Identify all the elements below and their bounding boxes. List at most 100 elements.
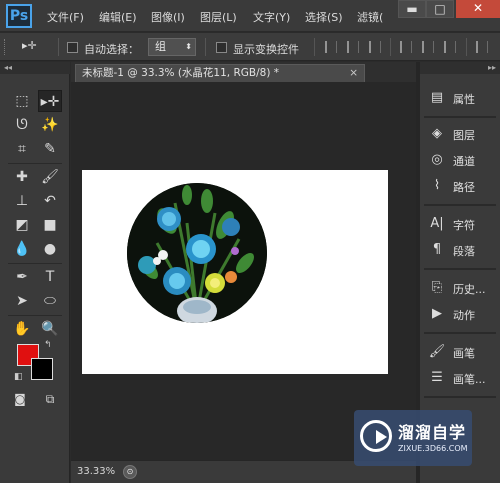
divider [424, 116, 496, 118]
menu-bar: Ps 文件(F) 编辑(E) 图像(I) 图层(L) 文字(Y) 选择(S) 滤… [0, 0, 500, 32]
align-top-icon[interactable] [325, 41, 337, 53]
options-bar: ▸✛ 自动选择： 组 ⬍ 显示变换控件 [0, 33, 500, 61]
divider [424, 268, 496, 270]
panel-brush[interactable]: 🖌 画笔 [420, 340, 500, 364]
eyedropper-tool-icon[interactable]: ✎ [38, 138, 62, 160]
canvas-workspace[interactable] [71, 82, 416, 460]
show-transform-label: 显示变换控件 [233, 43, 299, 56]
spot-healing-tool-icon[interactable]: ✚ [10, 166, 34, 188]
align-left-icon[interactable] [400, 41, 412, 53]
document-info-icon[interactable]: ⊙ [123, 465, 137, 479]
menu-type[interactable]: 文字(Y) [253, 9, 290, 25]
brush-tool-icon[interactable]: 🖌 [38, 166, 62, 188]
lasso-tool-icon[interactable]: ᘎ [10, 114, 34, 136]
panel-properties[interactable]: ▤ 属性 [420, 86, 500, 110]
menu-edit[interactable]: 编辑(E) [99, 9, 137, 25]
zoom-tool-icon[interactable]: 🔍 [38, 318, 62, 340]
type-tool-icon[interactable]: T [38, 266, 62, 288]
menu-filter[interactable]: 滤镜( [357, 9, 383, 25]
history-brush-tool-icon[interactable]: ↶ [38, 190, 62, 212]
eraser-tool-icon[interactable]: ◩ [10, 214, 34, 236]
panel-label: 路径 [453, 181, 475, 194]
rectangular-marquee-tool-icon[interactable]: ⬚ [10, 90, 34, 112]
panel-layers[interactable]: ◈ 图层 [420, 122, 500, 146]
play-logo-icon [360, 420, 392, 452]
divider [58, 38, 59, 56]
panel-paragraph[interactable]: ¶ 段落 [420, 238, 500, 262]
panel-channels[interactable]: ◎ 通道 [420, 148, 500, 172]
dodge-tool-icon[interactable]: ● [38, 238, 62, 260]
panel-dock-header[interactable]: ▸▸ [420, 62, 500, 74]
menu-image[interactable]: 图像(I) [151, 9, 185, 25]
clone-stamp-tool-icon[interactable]: ⊥ [10, 190, 34, 212]
tools-panel-header[interactable]: ◂◂ [0, 62, 70, 74]
document-tab[interactable]: 未标题-1 @ 33.3% (水晶花11, RGB/8) * × [75, 64, 365, 82]
auto-select-checkbox[interactable] [67, 42, 78, 53]
path-selection-tool-icon[interactable]: ➤ [10, 290, 34, 312]
watermark-title: 溜溜自学 [398, 423, 467, 442]
paths-icon: ⌇ [433, 178, 441, 193]
close-tab-icon[interactable]: × [349, 65, 358, 81]
auto-select-dropdown[interactable]: 组 ⬍ [148, 38, 196, 56]
panel-actions[interactable]: ▶ 动作 [420, 302, 500, 326]
options-grip[interactable] [4, 39, 7, 55]
align-right-icon[interactable] [444, 41, 456, 53]
swap-colors-icon[interactable]: ↰ [44, 340, 52, 350]
divider [8, 163, 62, 164]
chevron-updown-icon: ⬍ [185, 42, 192, 51]
quick-mask-icon[interactable]: ◙ [8, 388, 32, 410]
document-tab-title: 未标题-1 @ 33.3% (水晶花11, RGB/8) * [82, 67, 280, 79]
background-color-swatch[interactable] [31, 358, 53, 380]
zoom-level[interactable]: 33.33% [77, 466, 115, 477]
show-transform-checkbox[interactable] [216, 42, 227, 53]
document-tab-bar: 未标题-1 @ 33.3% (水晶花11, RGB/8) * × [71, 62, 416, 82]
hand-tool-icon[interactable]: ✋ [10, 318, 34, 340]
menu-file[interactable]: 文件(F) [47, 9, 84, 25]
auto-select-value: 组 [155, 40, 166, 53]
maximize-button[interactable]: □ [426, 0, 454, 18]
align-hcenter-icon[interactable] [422, 41, 434, 53]
properties-icon: ▤ [430, 90, 444, 105]
crystal-flower-image [127, 183, 267, 323]
panel-history[interactable]: ⎘ 历史... [420, 276, 500, 300]
brush-panel-icon: 🖌 [428, 344, 446, 359]
align-bottom-icon[interactable] [369, 41, 381, 53]
align-vcenter-icon[interactable] [347, 41, 359, 53]
watermark-url: ZIXUE.3D66.COM [398, 444, 468, 453]
blur-tool-icon[interactable]: 💧 [10, 238, 34, 260]
panel-label: 画笔... [453, 373, 486, 386]
gradient-tool-icon[interactable]: ■ [38, 214, 62, 236]
document-canvas[interactable] [82, 170, 388, 374]
panel-label: 属性 [453, 93, 475, 106]
auto-select-label: 自动选择： [84, 43, 139, 56]
default-colors-icon[interactable]: ◧ [14, 372, 23, 382]
panel-label: 字符 [453, 219, 475, 232]
menu-layer[interactable]: 图层(L) [200, 9, 237, 25]
character-icon: A| [430, 216, 444, 231]
panel-label: 历史... [453, 283, 486, 296]
pen-tool-icon[interactable]: ✒ [10, 266, 34, 288]
divider [424, 396, 496, 398]
divider [8, 315, 62, 316]
screen-mode-icon[interactable]: ⧉ [38, 388, 62, 410]
panel-character[interactable]: A| 字符 [420, 212, 500, 236]
panel-brush-presets[interactable]: ☰ 画笔... [420, 366, 500, 390]
panel-paths[interactable]: ⌇ 路径 [420, 174, 500, 198]
panel-label: 图层 [453, 129, 475, 142]
brush-presets-icon: ☰ [431, 370, 443, 385]
ellipse-tool-icon[interactable]: ⬭ [38, 290, 62, 312]
minimize-button[interactable]: ▬ [398, 0, 426, 18]
distribute-icon[interactable] [476, 41, 488, 53]
move-tool-icon[interactable]: ▸✛ [38, 90, 62, 112]
menu-select[interactable]: 选择(S) [305, 9, 343, 25]
flower-bouquet-illustration [127, 183, 267, 323]
magic-wand-tool-icon[interactable]: ✨ [38, 114, 62, 136]
crop-tool-icon[interactable]: ⌗ [10, 138, 34, 160]
divider [205, 38, 206, 56]
photoshop-logo: Ps [6, 4, 32, 28]
tool-preset-picker[interactable]: ▸✛ [22, 39, 37, 52]
close-button[interactable]: ✕ [456, 0, 500, 18]
panel-label: 通道 [453, 155, 475, 168]
panel-label: 画笔 [453, 347, 475, 360]
panel-label: 段落 [453, 245, 475, 258]
